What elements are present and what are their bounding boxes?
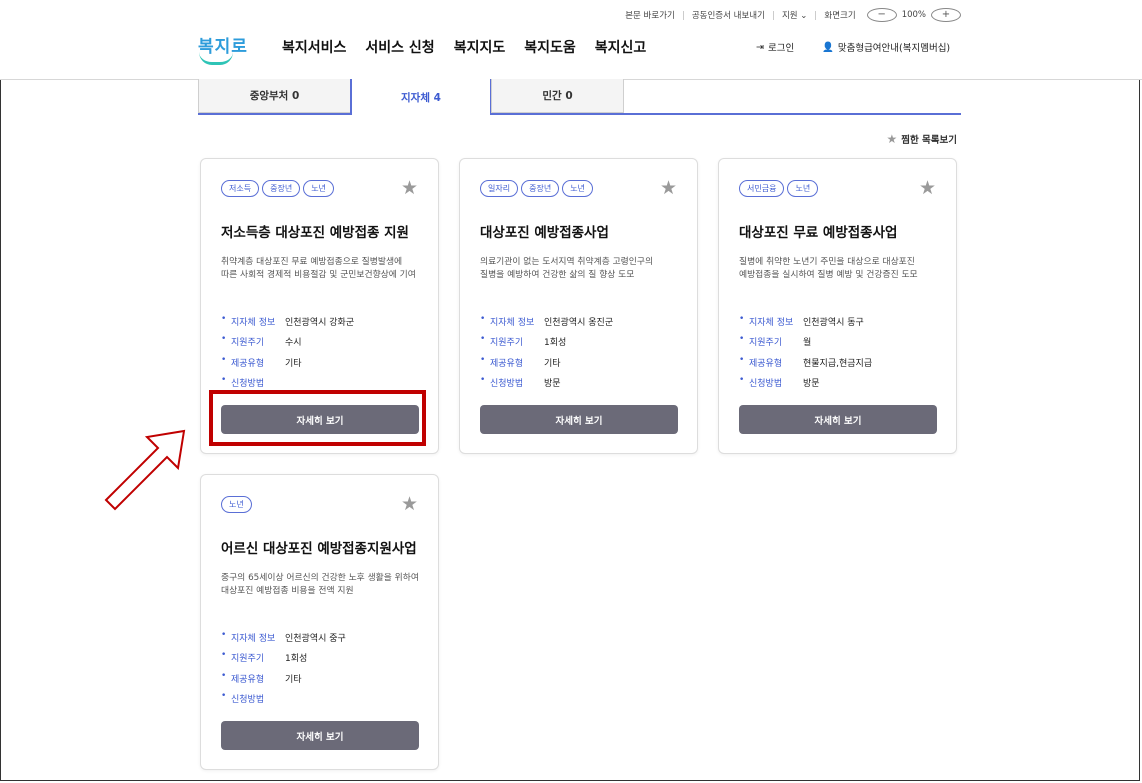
card-title[interactable]: 대상포진 무료 예방접종사업 xyxy=(739,221,897,241)
detail-button[interactable]: 자세히 보기 xyxy=(739,405,937,434)
card-description: 취약계층 대상포진 무료 예방접종으로 질병발생에 따른 사회적 경제적 비용절… xyxy=(221,257,416,280)
info-label: 제공유형 xyxy=(480,355,544,369)
category-tabs: 중앙부처 0 지자체 4 민간 0 xyxy=(198,79,961,115)
info-label: 지자체 정보 xyxy=(480,314,544,328)
card-title[interactable]: 저소득층 대상포진 예방접종 지원 xyxy=(221,221,409,241)
info-value: 기타 xyxy=(544,358,561,369)
card-info: 지자체 정보인천광역시 옹진군 지원주기1회성 제공유형기타 신청방법방문 xyxy=(480,311,613,393)
favorite-star-icon[interactable]: ★ xyxy=(919,177,936,199)
info-label: 제공유형 xyxy=(221,671,285,685)
star-icon: ★ xyxy=(886,132,898,146)
zoom-in-button[interactable]: + xyxy=(931,8,961,22)
info-value: 1회성 xyxy=(544,338,567,349)
info-value: 방문 xyxy=(544,379,561,390)
card-description: 질병에 취약한 노년기 주민을 대상으로 대상포진 예방접종을 실시하여 질병 … xyxy=(739,257,918,280)
tab-local[interactable]: 지자체 4 xyxy=(350,79,492,115)
tag: 중장년 xyxy=(262,180,301,197)
zoom-out-button[interactable]: − xyxy=(866,8,897,22)
membership-link[interactable]: 👤 맞춤형급여안내(복지멤버십) xyxy=(822,40,950,55)
tag-list: 노년 xyxy=(221,496,252,513)
tag: 중장년 xyxy=(521,180,560,197)
info-value: 인천광역시 옹진군 xyxy=(544,317,614,328)
info-label: 신청방법 xyxy=(739,375,803,389)
info-label: 신청방법 xyxy=(221,691,285,705)
info-label: 지원주기 xyxy=(480,334,544,348)
detail-button[interactable]: 자세히 보기 xyxy=(221,721,419,750)
zoom-value: 100% xyxy=(901,10,926,20)
nav-item-welfare-help[interactable]: 복지도움 xyxy=(524,37,576,57)
info-label: 신청방법 xyxy=(480,375,544,389)
info-label: 제공유형 xyxy=(221,355,285,369)
info-value: 인천광역시 동구 xyxy=(803,317,864,328)
info-value: 현물지급,현금지급 xyxy=(803,358,873,369)
nav-item-welfare-service[interactable]: 복지서비스 xyxy=(282,37,346,57)
tag: 서민금융 xyxy=(739,180,785,197)
main-nav: 복지서비스 서비스 신청 복지지도 복지도움 복지신고 xyxy=(282,37,646,57)
zoom-label: 화면크기 xyxy=(824,11,856,21)
tag-list: 서민금융 노년 xyxy=(739,180,819,197)
card-info: 지자체 정보인천광역시 동구 지원주기월 제공유형현물지급,현금지급 신청방법방… xyxy=(739,311,872,393)
info-label: 지원주기 xyxy=(739,334,803,348)
info-value: 1회성 xyxy=(285,654,308,665)
detail-button[interactable]: 자세히 보기 xyxy=(480,405,678,434)
card-info: 지자체 정보인천광역시 강화군 지원주기수시 제공유형기타 신청방법 xyxy=(221,311,354,393)
info-label: 지자체 정보 xyxy=(221,630,285,644)
card-description: 중구의 65세이상 어르신의 건강한 노후 생활을 위하여 대상포진 예방접종 … xyxy=(221,573,419,596)
service-card: 일자리 중장년 노년 ★ 대상포진 예방접종사업 의료기관이 없는 도서지역 취… xyxy=(459,158,698,454)
info-value: 기타 xyxy=(285,674,302,685)
info-value: 기타 xyxy=(285,358,302,369)
login-link[interactable]: ⇥ 로그인 xyxy=(756,40,794,55)
skip-to-content-link[interactable]: 본문 바로가기 xyxy=(617,9,683,21)
info-label: 지원주기 xyxy=(221,334,285,348)
card-title[interactable]: 대상포진 예방접종사업 xyxy=(480,221,609,241)
tab-private[interactable]: 민간 0 xyxy=(491,79,624,113)
tag: 노년 xyxy=(787,180,819,197)
service-card: 서민금융 노년 ★ 대상포진 무료 예방접종사업 질병에 취약한 노년기 주민을… xyxy=(718,158,957,454)
tag-list: 일자리 중장년 노년 xyxy=(480,180,593,197)
certificate-export-link[interactable]: 공동인증서 내보내기 xyxy=(684,9,773,21)
wishlist-link[interactable]: ★ 찜한 목록보기 xyxy=(886,132,957,146)
highlight-box xyxy=(209,390,426,446)
utility-bar: 본문 바로가기 공동인증서 내보내기 지원 ⌄ 화면크기 − 100% + xyxy=(617,8,964,22)
tag: 일자리 xyxy=(480,180,519,197)
person-icon: 👤 xyxy=(822,41,834,53)
nav-item-service-apply[interactable]: 서비스 신청 xyxy=(365,37,434,57)
tag: 노년 xyxy=(221,496,252,513)
tag: 노년 xyxy=(303,180,334,197)
info-value: 인천광역시 중구 xyxy=(285,633,346,644)
tag: 저소득 xyxy=(221,180,260,197)
favorite-star-icon[interactable]: ★ xyxy=(401,493,418,515)
logo-smile-icon xyxy=(199,52,233,65)
site-header: 본문 바로가기 공동인증서 내보내기 지원 ⌄ 화면크기 − 100% + 복지… xyxy=(0,0,1142,80)
card-title[interactable]: 어르신 대상포진 예방접종지원사업 xyxy=(221,537,417,557)
card-description: 의료기관이 없는 도서지역 취약계층 고령인구의 질병을 예방하여 건강한 삶의… xyxy=(480,257,654,280)
login-icon: ⇥ xyxy=(756,41,764,53)
region-select[interactable]: 지원 ⌄ xyxy=(774,9,815,21)
favorite-star-icon[interactable]: ★ xyxy=(660,177,677,199)
info-label: 지자체 정보 xyxy=(739,314,803,328)
info-value: 월 xyxy=(803,338,812,349)
tag-list: 저소득 중장년 노년 xyxy=(221,180,334,197)
annotation-arrow-icon xyxy=(104,429,186,511)
tab-central[interactable]: 중앙부처 0 xyxy=(198,79,351,113)
info-label: 지원주기 xyxy=(221,650,285,664)
info-label: 지자체 정보 xyxy=(221,314,285,328)
info-label: 신청방법 xyxy=(221,375,285,389)
favorite-star-icon[interactable]: ★ xyxy=(401,177,418,199)
nav-item-welfare-report[interactable]: 복지신고 xyxy=(595,37,647,57)
info-value: 인천광역시 강화군 xyxy=(285,317,355,328)
info-value: 방문 xyxy=(803,379,820,390)
service-card: 노년 ★ 어르신 대상포진 예방접종지원사업 중구의 65세이상 어르신의 건강… xyxy=(200,474,439,770)
tag: 노년 xyxy=(562,180,593,197)
chevron-down-icon: ⌄ xyxy=(800,11,808,21)
card-info: 지자체 정보인천광역시 중구 지원주기1회성 제공유형기타 신청방법 xyxy=(221,627,346,709)
info-value: 수시 xyxy=(285,338,302,349)
nav-item-welfare-map[interactable]: 복지지도 xyxy=(454,37,506,57)
info-label: 제공유형 xyxy=(739,355,803,369)
